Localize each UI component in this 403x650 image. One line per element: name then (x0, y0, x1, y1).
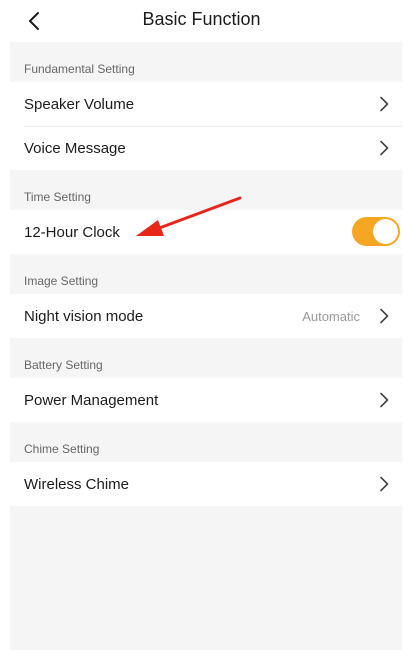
chevron-right-icon (376, 476, 392, 492)
row-label: Power Management (24, 391, 159, 409)
row-right: Automatic (302, 294, 392, 338)
row-label: Speaker Volume (24, 95, 135, 113)
row-right (376, 378, 392, 422)
header-bar: Basic Function (0, 0, 403, 42)
page-title: Basic Function (142, 9, 261, 29)
section-header-fundamental: Fundamental Setting (10, 42, 402, 82)
row-label: 12-Hour Clock (24, 223, 120, 241)
power-management-row[interactable]: Power Management (10, 378, 402, 422)
row-value: Automatic (302, 308, 360, 324)
app-screen: Basic Function Fundamental Setting Speak… (0, 0, 403, 650)
row-label: Voice Message (24, 139, 126, 157)
speaker-volume-row[interactable]: Speaker Volume (10, 82, 402, 126)
chevron-right-icon (376, 96, 392, 112)
twelve-hour-clock-row: 12-Hour Clock (10, 210, 402, 254)
chevron-right-icon (376, 308, 392, 324)
chevron-right-icon (376, 392, 392, 408)
voice-message-row[interactable]: Voice Message (10, 126, 402, 170)
row-right (376, 126, 392, 170)
row-label: Wireless Chime (24, 475, 130, 493)
night-vision-mode-row[interactable]: Night vision mode Automatic (10, 294, 402, 338)
section-header-image: Image Setting (10, 254, 402, 294)
row-right (376, 462, 392, 506)
chevron-right-icon (376, 140, 392, 156)
settings-list: Fundamental Setting Speaker Volume Voice… (10, 42, 402, 650)
section-header-chime: Chime Setting (10, 422, 402, 462)
row-label: Night vision mode (24, 307, 144, 325)
wireless-chime-row[interactable]: Wireless Chime (10, 462, 402, 506)
row-right (376, 82, 392, 126)
toggle-knob (373, 219, 398, 244)
twelve-hour-clock-toggle[interactable] (352, 217, 400, 246)
section-header-time: Time Setting (10, 170, 402, 210)
section-header-battery: Battery Setting (10, 338, 402, 378)
